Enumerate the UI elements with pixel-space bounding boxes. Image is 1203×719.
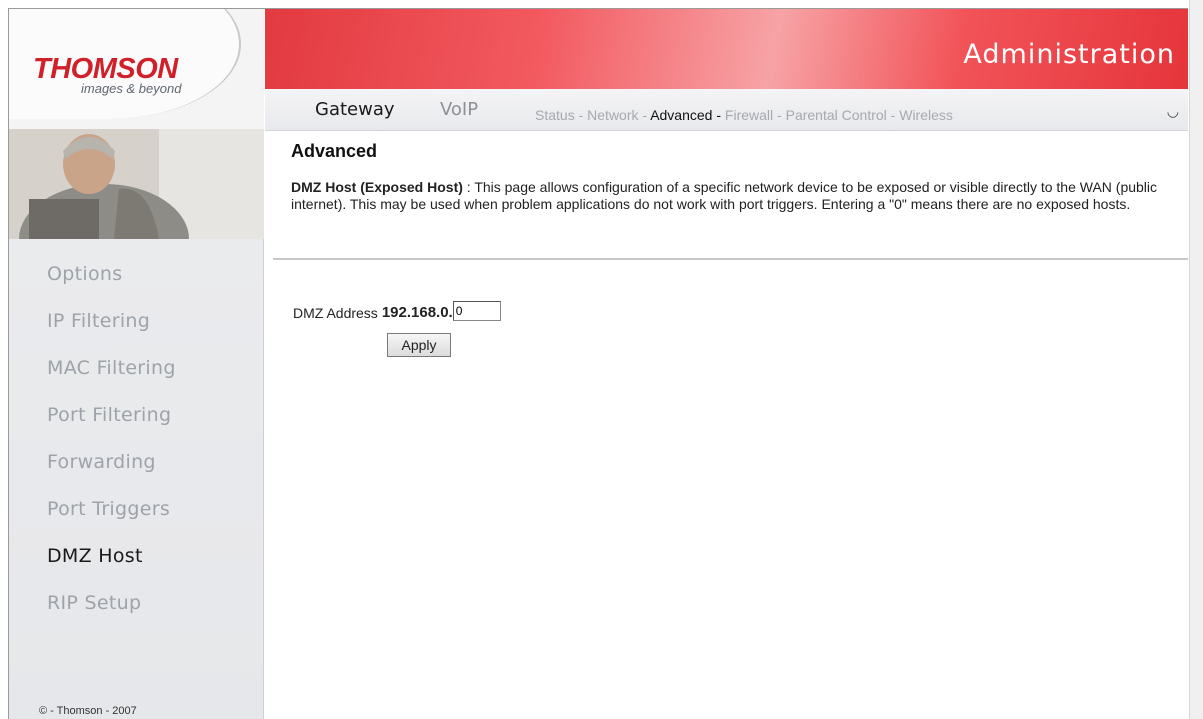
header-photo <box>9 129 264 239</box>
logo-area: THOMSON images & beyond <box>9 9 264 129</box>
scroll-right-icon[interactable]: ◡ <box>1167 103 1179 120</box>
sidebar-item-dmz-host[interactable]: DMZ Host <box>47 545 176 592</box>
subnav-separator: - <box>638 107 651 123</box>
sidebar-item-rip-setup[interactable]: RIP Setup <box>47 592 176 639</box>
tab-bar: Gateway VoIP Status - Network - Advanced… <box>265 89 1188 131</box>
sidebar-item-ip-filtering[interactable]: IP Filtering <box>47 310 176 357</box>
page-section-title: Administration <box>963 39 1175 70</box>
subnav-firewall[interactable]: Firewall <box>725 107 773 123</box>
dmz-address-label: DMZ Address <box>293 305 378 321</box>
sidebar-item-options[interactable]: Options <box>47 263 176 310</box>
subnav-parental-control[interactable]: Parental Control <box>786 107 887 123</box>
subnav-separator: - <box>773 107 786 123</box>
window-scrollbar[interactable] <box>1189 0 1203 719</box>
browser-viewport: THOMSON images & beyond Options IP Filte… <box>8 8 1188 719</box>
subnav-network[interactable]: Network <box>587 107 638 123</box>
dmz-address-row: DMZ Address 192.168.0. <box>293 301 501 321</box>
sidebar-item-port-triggers[interactable]: Port Triggers <box>47 498 176 545</box>
sidebar-nav: Options IP Filtering MAC Filtering Port … <box>47 263 176 639</box>
sub-navigation: Status - Network - Advanced - Firewall -… <box>535 107 953 123</box>
subnav-wireless[interactable]: Wireless <box>899 107 953 123</box>
main-content: Advanced DMZ Host (Exposed Host) : This … <box>265 131 1188 719</box>
dmz-ip-prefix: 192.168.0. <box>381 304 453 321</box>
sidebar-item-port-filtering[interactable]: Port Filtering <box>47 404 176 451</box>
copyright: © - Thomson - 2007 <box>39 705 137 717</box>
sidebar: THOMSON images & beyond Options IP Filte… <box>9 9 264 719</box>
divider <box>273 258 1188 260</box>
apply-button[interactable]: Apply <box>387 333 451 357</box>
subnav-separator: - <box>712 107 725 123</box>
subnav-separator: - <box>574 107 588 123</box>
page-heading: Advanced <box>291 141 378 161</box>
dmz-address-input[interactable] <box>452 301 501 321</box>
sidebar-item-forwarding[interactable]: Forwarding <box>47 451 176 498</box>
description-separator: : <box>462 179 475 195</box>
tab-gateway[interactable]: Gateway <box>315 99 395 120</box>
subnav-status[interactable]: Status <box>535 107 575 123</box>
sidebar-item-mac-filtering[interactable]: MAC Filtering <box>47 357 176 404</box>
description-title: DMZ Host (Exposed Host) <box>291 179 463 195</box>
photo-image <box>9 129 264 239</box>
tab-voip[interactable]: VoIP <box>440 99 478 120</box>
subnav-advanced[interactable]: Advanced <box>650 107 712 123</box>
page-description: DMZ Host (Exposed Host) : This page allo… <box>291 179 1176 213</box>
header-banner: Administration <box>265 9 1188 89</box>
logo-tagline: images & beyond <box>81 81 182 96</box>
subnav-separator: - <box>886 107 900 123</box>
